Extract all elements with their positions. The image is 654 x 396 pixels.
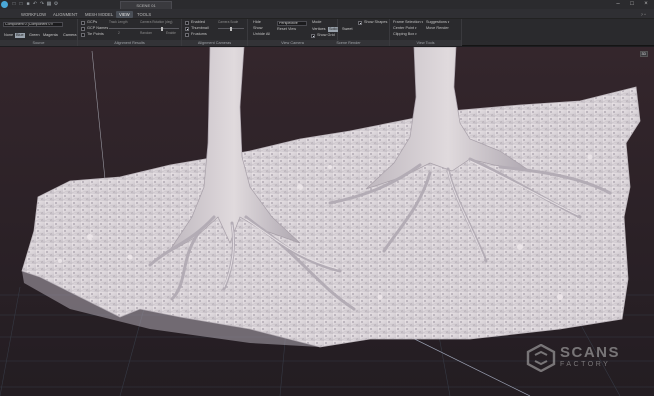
open-icon[interactable]: □ [18,1,24,7]
frustums-checkbox[interactable] [185,33,189,37]
scene-render-group: Mode Vertices Solid Sweet Show Grid Show… [308,19,390,46]
grid-icon[interactable]: ▦ [46,1,52,7]
menu-alignment[interactable]: ALIGNMENT [50,11,80,18]
show-shapes-checkbox[interactable] [358,21,362,25]
suggestions-button[interactable]: Suggestions [426,20,449,25]
center-point-button[interactable]: Center Point [393,26,416,31]
render-mode-vertices[interactable]: Vertices [311,27,327,32]
view-tools-title: View Tools [390,40,461,46]
camera-scale-slider[interactable] [218,26,244,31]
help-controls[interactable]: ? ^ [641,11,646,18]
alignment-results-title: Alignment Results [78,40,181,46]
camera-scale-slider-handle[interactable] [230,26,232,31]
app-logo-icon[interactable] [1,1,8,8]
source-group-title: Source [0,40,77,46]
component-select[interactable]: Component 0 (Component 0 [3,22,63,27]
menu-view[interactable]: VIEW [116,11,133,18]
view-tools-group: Frame Selection Suggestions Center Point… [390,19,462,46]
clipping-box-button[interactable]: Clipping Box [393,32,417,37]
menu-workflow[interactable]: WORKFLOW [18,11,49,18]
scans-factory-watermark: SCANS FACTORY [526,344,619,372]
show-grid-checkbox[interactable] [311,34,315,38]
move-render-button[interactable]: Move Render [426,26,449,31]
camera-rotation-slider[interactable] [109,26,179,31]
camera-rotation-slider-handle[interactable] [161,26,163,31]
render-mode-sweet[interactable]: Sweet [341,27,354,32]
alignment-cameras-group: Enabled Thumbnail Frustums Camera Scale … [182,19,248,46]
watermark-scans-text: SCANS [560,344,621,361]
close-icon[interactable]: × [640,0,652,9]
source-mode-none[interactable]: None [3,33,14,38]
alignment-cameras-title: Alignment Cameras [182,40,247,46]
gcp-names-label: GCP Names [87,26,109,30]
tie-points-checkbox[interactable] [81,33,85,37]
camera-scale-label: Camera Scale [218,20,239,24]
minimize-icon[interactable]: – [612,0,624,9]
redo-icon[interactable]: ↷ [39,1,45,7]
projection-select[interactable]: Perspective [277,21,307,26]
source-mode-blue[interactable]: Blue [15,33,25,38]
save-icon[interactable]: ■ [25,1,31,7]
source-mode-green[interactable]: Green [28,33,41,38]
new-icon[interactable]: □ [11,1,17,7]
track-length-label: Track Length [109,20,128,24]
tie-points-label: Tie Points [87,32,104,36]
watermark-factory-text: FACTORY [560,361,611,368]
maximize-icon[interactable]: □ [626,0,638,9]
viewport-corner-tag[interactable]: 3D [639,51,648,57]
source-group: Component 0 (Component 0 None Blue Green… [0,19,78,46]
title-bar: □ □ ■ ↶ ↷ ▦ ⚙ SCENE 01 – □ × [0,0,654,9]
settings-icon[interactable]: ⚙ [53,1,59,7]
source-mode-magenta[interactable]: Magenta [42,33,59,38]
source-mode-camera[interactable]: Camera [62,33,78,38]
camera-rotation-label: Camera Rotation (deg) [140,20,173,24]
hide-button[interactable]: Hide [253,20,261,25]
enabled-label: Enabled [191,20,205,24]
thumbnail-label: Thumbnail [191,26,209,30]
reset-view-button[interactable]: Reset View [277,27,296,32]
show-button[interactable]: Show [253,26,263,31]
frame-selection-button[interactable]: Frame Selection [393,20,423,25]
unhide-all-button[interactable]: Unhide All [253,32,270,37]
rotation-min-label: Random [140,31,153,35]
scene-render-title: Scene Render [308,40,389,46]
alignment-results-group: GCPs GCP Names Tie Points Track Length C… [78,19,182,46]
document-tab[interactable]: SCENE 01 [120,1,172,9]
menu-mesh-model[interactable]: MESH MODEL [82,11,116,18]
frustums-label: Frustums [191,32,207,36]
render-mode-solid[interactable]: Solid [328,27,339,32]
3d-viewport[interactable]: 3D SCANS FACTORY [0,47,654,396]
gcps-checkbox[interactable] [81,21,85,25]
gcp-names-checkbox[interactable] [81,27,85,31]
undo-icon[interactable]: ↶ [32,1,38,7]
enabled-checkbox[interactable] [185,21,189,25]
show-shapes-label: Show Shapes [364,20,388,24]
track-length-value: 2 [118,31,120,35]
show-grid-label: Show Grid [317,33,335,37]
ribbon: Component 0 (Component 0 None Blue Green… [0,19,654,46]
gcps-label: GCPs [87,20,98,24]
render-mode-label: Mode [312,20,322,24]
thumbnail-checkbox[interactable] [185,27,189,31]
scans-factory-logo-icon [526,344,556,372]
menu-tools[interactable]: TOOLS [134,11,154,18]
rotation-max-label: Enable [166,31,176,35]
menu-bar: WORKFLOW ALIGNMENT MESH MODEL VIEW TOOLS… [0,9,654,19]
